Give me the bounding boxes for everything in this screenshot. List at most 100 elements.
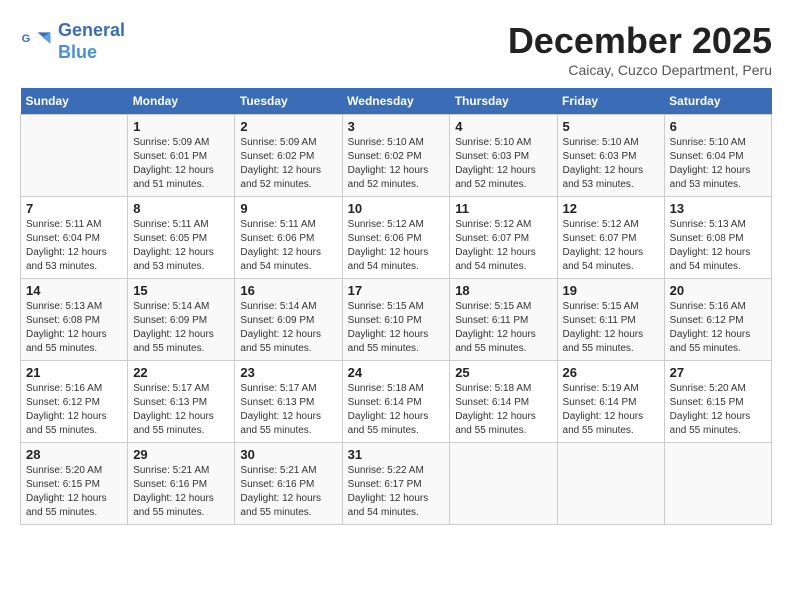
calendar-cell: 14Sunrise: 5:13 AM Sunset: 6:08 PM Dayli… [21,279,128,361]
location-subtitle: Caicay, Cuzco Department, Peru [508,62,772,78]
day-number: 25 [455,365,551,380]
weekday-header-friday: Friday [557,88,664,115]
day-number: 24 [348,365,445,380]
week-row-3: 14Sunrise: 5:13 AM Sunset: 6:08 PM Dayli… [21,279,772,361]
logo: G GeneralBlue [20,20,125,63]
day-number: 30 [240,447,336,462]
calendar-cell: 11 Sunrise: 5:12 AM Sunset: 6:07 PM Dayli… [450,197,557,279]
day-number: 11 [455,201,551,216]
day-number: 26 [563,365,659,380]
logo-icon: G [20,26,52,58]
day-info: Sunrise: 5:09 AM Sunset: 6:01 PM Dayligh… [133,136,229,192]
day-number: 7 [26,201,122,216]
calendar-cell: 1 Sunrise: 5:09 AM Sunset: 6:01 PM Daylig… [128,115,235,197]
calendar-cell: 3 Sunrise: 5:10 AM Sunset: 6:02 PM Daylig… [342,115,450,197]
weekday-header-wednesday: Wednesday [342,88,450,115]
day-info: Sunrise: 5:17 AM Sunset: 6:13 PM Dayligh… [133,382,229,438]
calendar-cell: 24 Sunrise: 5:18 AM Sunset: 6:14 PM Dayli… [342,361,450,443]
day-info: Sunrise: 5:21 AM Sunset: 6:16 PM Dayligh… [240,464,336,520]
day-info: Sunrise: 5:22 AM Sunset: 6:17 PM Dayligh… [348,464,445,520]
calendar-cell: 25Sunrise: 5:18 AM Sunset: 6:14 PM Dayli… [450,361,557,443]
calendar-cell: 13 Sunrise: 5:13 AM Sunset: 6:08 PM Dayli… [664,197,771,279]
calendar-table: SundayMondayTuesdayWednesdayThursdayFrid… [20,88,772,525]
page-header: G GeneralBlue December 2025 Caicay, Cuzc… [20,20,772,78]
day-info: Sunrise: 5:09 AM Sunset: 6:02 PM Dayligh… [240,136,336,192]
day-info: Sunrise: 5:10 AM Sunset: 6:04 PM Dayligh… [670,136,766,192]
day-info: Sunrise: 5:13 AM Sunset: 6:08 PM Dayligh… [26,300,122,356]
calendar-cell [557,443,664,525]
month-title: December 2025 [508,20,772,62]
day-number: 3 [348,119,445,134]
day-info: Sunrise: 5:14 AM Sunset: 6:09 PM Dayligh… [133,300,229,356]
day-number: 19 [563,283,659,298]
calendar-cell: 31 Sunrise: 5:22 AM Sunset: 6:17 PM Dayli… [342,443,450,525]
calendar-cell: 6 Sunrise: 5:10 AM Sunset: 6:04 PM Daylig… [664,115,771,197]
logo-text: GeneralBlue [58,20,125,63]
day-info: Sunrise: 5:11 AM Sunset: 6:04 PM Dayligh… [26,218,122,274]
calendar-cell: 29 Sunrise: 5:21 AM Sunset: 6:16 PM Dayli… [128,443,235,525]
calendar-cell: 5 Sunrise: 5:10 AM Sunset: 6:03 PM Daylig… [557,115,664,197]
day-number: 18 [455,283,551,298]
day-number: 8 [133,201,229,216]
day-number: 23 [240,365,336,380]
day-number: 9 [240,201,336,216]
calendar-cell: 21Sunrise: 5:16 AM Sunset: 6:12 PM Dayli… [21,361,128,443]
calendar-cell: 28 Sunrise: 5:20 AM Sunset: 6:15 PM Dayli… [21,443,128,525]
day-number: 29 [133,447,229,462]
day-info: Sunrise: 5:14 AM Sunset: 6:09 PM Dayligh… [240,300,336,356]
day-info: Sunrise: 5:15 AM Sunset: 6:11 PM Dayligh… [563,300,659,356]
week-row-4: 21Sunrise: 5:16 AM Sunset: 6:12 PM Dayli… [21,361,772,443]
day-number: 22 [133,365,229,380]
day-number: 15 [133,283,229,298]
calendar-cell: 23 Sunrise: 5:17 AM Sunset: 6:13 PM Dayli… [235,361,342,443]
day-info: Sunrise: 5:21 AM Sunset: 6:16 PM Dayligh… [133,464,229,520]
calendar-cell: 4Sunrise: 5:10 AM Sunset: 6:03 PM Daylig… [450,115,557,197]
day-info: Sunrise: 5:11 AM Sunset: 6:05 PM Dayligh… [133,218,229,274]
day-info: Sunrise: 5:10 AM Sunset: 6:03 PM Dayligh… [563,136,659,192]
day-number: 13 [670,201,766,216]
day-number: 31 [348,447,445,462]
day-number: 12 [563,201,659,216]
calendar-cell: 16 Sunrise: 5:14 AM Sunset: 6:09 PM Dayli… [235,279,342,361]
day-number: 1 [133,119,229,134]
calendar-cell [450,443,557,525]
calendar-cell [664,443,771,525]
weekday-header-monday: Monday [128,88,235,115]
week-row-2: 7 Sunrise: 5:11 AM Sunset: 6:04 PM Daylig… [21,197,772,279]
week-row-5: 28 Sunrise: 5:20 AM Sunset: 6:15 PM Dayli… [21,443,772,525]
weekday-header-row: SundayMondayTuesdayWednesdayThursdayFrid… [21,88,772,115]
day-info: Sunrise: 5:15 AM Sunset: 6:11 PM Dayligh… [455,300,551,356]
day-info: Sunrise: 5:13 AM Sunset: 6:08 PM Dayligh… [670,218,766,274]
calendar-cell: 2Sunrise: 5:09 AM Sunset: 6:02 PM Daylig… [235,115,342,197]
day-info: Sunrise: 5:10 AM Sunset: 6:02 PM Dayligh… [348,136,445,192]
day-number: 5 [563,119,659,134]
calendar-cell: 22 Sunrise: 5:17 AM Sunset: 6:13 PM Dayli… [128,361,235,443]
day-number: 17 [348,283,445,298]
day-info: Sunrise: 5:19 AM Sunset: 6:14 PM Dayligh… [563,382,659,438]
calendar-cell: 9Sunrise: 5:11 AM Sunset: 6:06 PM Daylig… [235,197,342,279]
calendar-cell: 7 Sunrise: 5:11 AM Sunset: 6:04 PM Daylig… [21,197,128,279]
day-number: 6 [670,119,766,134]
calendar-cell: 19 Sunrise: 5:15 AM Sunset: 6:11 PM Dayli… [557,279,664,361]
day-number: 16 [240,283,336,298]
calendar-cell: 26 Sunrise: 5:19 AM Sunset: 6:14 PM Dayli… [557,361,664,443]
day-info: Sunrise: 5:17 AM Sunset: 6:13 PM Dayligh… [240,382,336,438]
calendar-cell: 17Sunrise: 5:15 AM Sunset: 6:10 PM Dayli… [342,279,450,361]
day-number: 27 [670,365,766,380]
calendar-cell: 8 Sunrise: 5:11 AM Sunset: 6:05 PM Daylig… [128,197,235,279]
day-info: Sunrise: 5:12 AM Sunset: 6:07 PM Dayligh… [563,218,659,274]
day-info: Sunrise: 5:18 AM Sunset: 6:14 PM Dayligh… [348,382,445,438]
day-info: Sunrise: 5:16 AM Sunset: 6:12 PM Dayligh… [26,382,122,438]
calendar-cell: 27 Sunrise: 5:20 AM Sunset: 6:15 PM Dayli… [664,361,771,443]
day-number: 10 [348,201,445,216]
weekday-header-tuesday: Tuesday [235,88,342,115]
day-info: Sunrise: 5:12 AM Sunset: 6:07 PM Dayligh… [455,218,551,274]
day-info: Sunrise: 5:20 AM Sunset: 6:15 PM Dayligh… [670,382,766,438]
day-info: Sunrise: 5:10 AM Sunset: 6:03 PM Dayligh… [455,136,551,192]
day-info: Sunrise: 5:20 AM Sunset: 6:15 PM Dayligh… [26,464,122,520]
calendar-cell: 18 Sunrise: 5:15 AM Sunset: 6:11 PM Dayli… [450,279,557,361]
day-number: 28 [26,447,122,462]
weekday-header-thursday: Thursday [450,88,557,115]
calendar-cell [21,115,128,197]
calendar-cell: 20Sunrise: 5:16 AM Sunset: 6:12 PM Dayli… [664,279,771,361]
